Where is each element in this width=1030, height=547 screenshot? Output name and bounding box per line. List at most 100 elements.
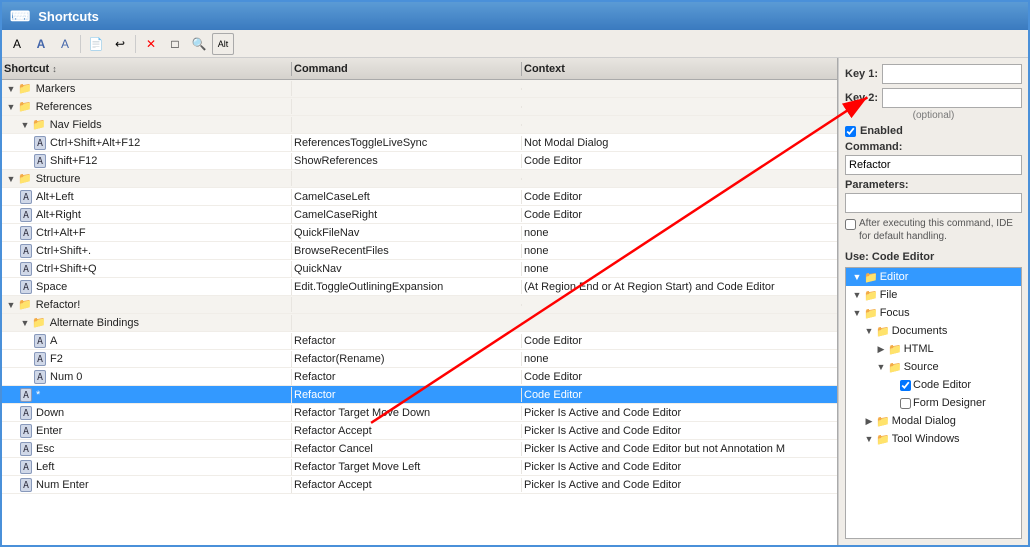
table-row[interactable]: A Ctrl+Shift+Q QuickNav none — [2, 260, 837, 278]
key2-input[interactable] — [882, 88, 1022, 108]
window-title: Shortcuts — [38, 9, 99, 24]
use-item-label: Form Designer — [913, 397, 986, 409]
cell-command: ShowReferences — [292, 154, 522, 168]
table-row[interactable]: ▼ 📁 Nav Fields — [2, 116, 837, 134]
expand-icon: ▼ — [852, 308, 862, 318]
folder-icon: 📁 — [888, 361, 902, 374]
use-tree-item[interactable]: ▼ 📁 Editor — [846, 268, 1021, 286]
cell-shortcut: A Ctrl+Shift+Q — [2, 261, 292, 277]
folder-icon: 📁 — [888, 343, 902, 356]
cell-command: QuickNav — [292, 262, 522, 276]
cell-context: (At Region End or At Region Start) and C… — [522, 280, 837, 294]
shortcut-text: Space — [36, 281, 67, 293]
cell-command: CamelCaseLeft — [292, 190, 522, 204]
use-tree-item[interactable]: Code Editor — [846, 376, 1021, 394]
toolbar-copy-btn[interactable]: A — [54, 33, 76, 55]
cell-shortcut: A Num 0 — [2, 369, 292, 385]
key-icon: A — [20, 244, 32, 258]
command-input[interactable] — [845, 155, 1022, 175]
cell-command — [292, 88, 522, 90]
table-row[interactable]: A A Refactor Code Editor — [2, 332, 837, 350]
use-tree-item[interactable]: ▼ 📁 Tool Windows — [846, 430, 1021, 448]
toolbar-delete-btn[interactable]: ✕ — [140, 33, 162, 55]
expand-icon: ▼ — [6, 102, 16, 112]
key-icon: A — [34, 370, 46, 384]
folder-icon: 📁 — [864, 289, 878, 302]
key-icon: A — [34, 154, 46, 168]
use-tree-item[interactable]: ▶ 📁 Modal Dialog — [846, 412, 1021, 430]
parameters-input[interactable] — [845, 193, 1022, 213]
folder-icon: 📁 — [18, 298, 32, 311]
table-row[interactable]: ▼ 📁 References — [2, 98, 837, 116]
shortcut-text: Alt+Right — [36, 209, 81, 221]
table-row[interactable]: A Num Enter Refactor Accept Picker Is Ac… — [2, 476, 837, 494]
col-header-command[interactable]: Command — [292, 62, 522, 76]
table-row[interactable]: A Alt+Left CamelCaseLeft Code Editor — [2, 188, 837, 206]
use-tree-item[interactable]: ▼ 📁 Source — [846, 358, 1021, 376]
cell-context: Picker Is Active and Code Editor — [522, 460, 837, 474]
folder-icon: 📁 — [18, 172, 32, 185]
toolbar-edit-btn[interactable]: A — [30, 33, 52, 55]
use-tree-item[interactable]: Form Designer — [846, 394, 1021, 412]
table-row[interactable]: A Ctrl+Shift+. BrowseRecentFiles none — [2, 242, 837, 260]
toolbar-search-btn[interactable]: 🔍 — [188, 33, 210, 55]
use-tree-checkbox[interactable] — [900, 398, 911, 409]
col-header-context[interactable]: Context — [522, 62, 821, 76]
table-row[interactable]: ▼ 📁 Alternate Bindings — [2, 314, 837, 332]
folder-icon: 📁 — [876, 415, 890, 428]
toolbar-new-btn[interactable]: 📄 — [85, 33, 107, 55]
enabled-row: Enabled — [845, 125, 1022, 137]
shortcuts-table-body[interactable]: ▼ 📁 Markers ▼ 📁 References ▼ 📁 Nav Field… — [2, 80, 837, 545]
table-row[interactable]: A Ctrl+Shift+Alt+F12 ReferencesToggleLiv… — [2, 134, 837, 152]
cell-shortcut: ▼ 📁 References — [2, 99, 292, 114]
use-tree-item[interactable]: ▼ 📁 Focus — [846, 304, 1021, 322]
cell-command: Refactor(Rename) — [292, 352, 522, 366]
cell-shortcut: ▼ 📁 Structure — [2, 171, 292, 186]
table-row[interactable]: A Num 0 Refactor Code Editor — [2, 368, 837, 386]
key1-input[interactable] — [882, 64, 1022, 84]
toolbar-add-btn[interactable]: A — [6, 33, 28, 55]
right-panel: Key 1: Key 2: (optional) Enabled Command… — [838, 58, 1028, 545]
cell-command — [292, 304, 522, 306]
note-checkbox[interactable] — [845, 219, 856, 230]
use-tree-checkbox[interactable] — [900, 380, 911, 391]
use-tree-panel[interactable]: ▼ 📁 Editor ▼ 📁 File ▼ 📁 Focus ▼ 📁 Docume… — [845, 267, 1022, 539]
folder-icon: 📁 — [864, 271, 878, 284]
cell-context: none — [522, 352, 837, 366]
table-row[interactable]: A Down Refactor Target Move Down Picker … — [2, 404, 837, 422]
table-row[interactable]: A Space Edit.ToggleOutliningExpansion (A… — [2, 278, 837, 296]
folder-icon: 📁 — [864, 307, 878, 320]
use-tree-item[interactable]: ▶ 📁 HTML — [846, 340, 1021, 358]
cell-context: Not Modal Dialog — [522, 136, 837, 150]
folder-icon: 📁 — [18, 100, 32, 113]
cell-context: none — [522, 262, 837, 276]
table-row[interactable]: A Alt+Right CamelCaseRight Code Editor — [2, 206, 837, 224]
table-row[interactable]: ▼ 📁 Refactor! — [2, 296, 837, 314]
cell-context: Picker Is Active and Code Editor — [522, 424, 837, 438]
use-tree-item[interactable]: ▼ 📁 File — [846, 286, 1021, 304]
enabled-label[interactable]: Enabled — [860, 125, 903, 137]
toolbar-alt-btn[interactable]: Alt — [212, 33, 234, 55]
table-row[interactable]: ▼ 📁 Structure — [2, 170, 837, 188]
col-header-shortcut[interactable]: Shortcut ↕ — [2, 62, 292, 76]
key1-label: Key 1: — [845, 68, 878, 80]
use-tree-item[interactable]: ▼ 📁 Documents — [846, 322, 1021, 340]
use-item-label: Modal Dialog — [892, 415, 956, 427]
shortcut-text: References — [36, 101, 92, 113]
key-icon: A — [20, 442, 32, 456]
table-row[interactable]: A Enter Refactor Accept Picker Is Active… — [2, 422, 837, 440]
table-row[interactable]: A Ctrl+Alt+F QuickFileNav none — [2, 224, 837, 242]
table-row[interactable]: A F2 Refactor(Rename) none — [2, 350, 837, 368]
table-row[interactable]: A Shift+F12 ShowReferences Code Editor — [2, 152, 837, 170]
enabled-checkbox[interactable] — [845, 126, 856, 137]
expand-icon: ▼ — [864, 326, 874, 336]
toolbar-undo-btn[interactable]: ↩ — [109, 33, 131, 55]
table-row[interactable]: A Left Refactor Target Move Left Picker … — [2, 458, 837, 476]
table-row[interactable]: A Esc Refactor Cancel Picker Is Active a… — [2, 440, 837, 458]
table-row[interactable]: ▼ 📁 Markers — [2, 80, 837, 98]
key-icon: A — [20, 478, 32, 492]
folder-icon: 📁 — [32, 118, 46, 131]
table-row[interactable]: A * Refactor Code Editor — [2, 386, 837, 404]
toolbar-clear-btn[interactable]: □ — [164, 33, 186, 55]
use-item-label: HTML — [904, 343, 934, 355]
